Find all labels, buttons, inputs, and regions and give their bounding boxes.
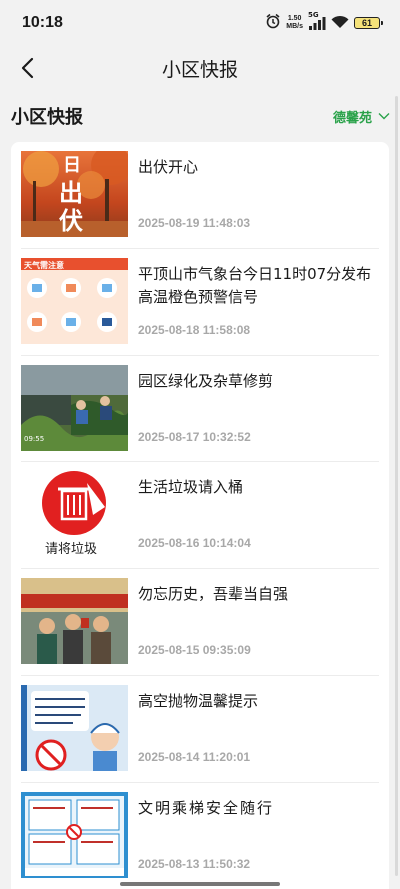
news-thumbnail xyxy=(21,791,128,878)
list-item[interactable]: 日 出 伏 出伏开心 2025-08-19 11:48:03 xyxy=(21,142,379,249)
wifi-icon xyxy=(331,14,349,33)
news-title: 高空抛物温馨提示 xyxy=(138,691,259,710)
news-title: 勿忘历史，吾辈当自强 xyxy=(138,585,289,604)
nav-bar: 小区快报 xyxy=(0,46,400,90)
status-time: 10:18 xyxy=(22,14,63,31)
list-item[interactable]: 高空抛物温馨提示 2025-08-14 11:20:01 xyxy=(21,676,379,783)
list-item[interactable]: 天气需注意 平顶山市气象台今日11时07分发布高温橙色预警信号 2025-08-… xyxy=(21,249,379,356)
battery-icon: 61 xyxy=(354,17,383,29)
section-title: 小区快报 xyxy=(11,107,83,128)
news-thumbnail xyxy=(21,684,128,771)
svg-text:伏: 伏 xyxy=(59,206,83,235)
news-date: 2025-08-14 11:20:01 xyxy=(138,749,251,764)
community-select[interactable]: 德馨苑 xyxy=(333,107,390,126)
list-item[interactable]: 勿忘历史，吾辈当自强 2025-08-15 09:35:09 xyxy=(21,569,379,676)
chevron-down-icon xyxy=(378,113,390,120)
battery-level: 61 xyxy=(361,18,372,28)
news-date: 2025-08-17 10:32:52 xyxy=(138,429,251,444)
news-list: 日 出 伏 出伏开心 2025-08-19 11:48:03 天气需注意 平顶山… xyxy=(11,142,389,889)
chevron-left-icon xyxy=(21,57,34,79)
home-indicator[interactable] xyxy=(120,882,280,886)
news-date: 2025-08-18 11:58:08 xyxy=(138,322,251,337)
svg-text:09:55: 09:55 xyxy=(24,435,44,443)
back-button[interactable] xyxy=(12,52,44,84)
news-title: 出伏开心 xyxy=(138,158,199,176)
list-item[interactable]: 请将垃圾 生活垃圾请入桶 2025-08-16 10:14:04 xyxy=(21,462,379,570)
news-title: 文明乘梯安全随行 xyxy=(138,798,275,817)
net-speed-value: 1.50 xyxy=(287,15,302,22)
net-speed-unit: MB/s xyxy=(286,23,303,30)
news-date: 2025-08-16 10:14:04 xyxy=(138,536,251,551)
community-name: 德馨苑 xyxy=(332,110,372,126)
list-item[interactable]: 文明乘梯安全随行 2025-08-13 11:50:32 xyxy=(21,783,379,889)
net-speed: 1.50 MB/s xyxy=(286,15,303,31)
svg-text:出: 出 xyxy=(59,178,83,207)
news-thumbnail: 日 出 伏 xyxy=(21,151,128,237)
news-title: 园区绿化及杂草修剪 xyxy=(138,371,274,390)
status-bar: 10:18 1.50 MB/s 5G 61 xyxy=(0,0,400,46)
scrollbar[interactable] xyxy=(395,96,398,876)
signal-icon: 5G xyxy=(308,11,326,30)
news-thumbnail: 请将垃圾 xyxy=(21,471,128,558)
list-item[interactable]: 09:55 园区绿化及杂草修剪 2025-08-17 10:32:52 xyxy=(21,356,379,463)
news-title: 生活垃圾请入桶 xyxy=(138,478,244,497)
thumb-label: 天气需注意 xyxy=(24,260,64,270)
svg-text:日: 日 xyxy=(63,155,81,176)
status-icons: 1.50 MB/s 5G 61 xyxy=(265,11,383,33)
news-date: 2025-08-15 09:35:09 xyxy=(138,643,251,658)
news-date: 2025-08-13 11:50:32 xyxy=(138,856,251,871)
news-thumbnail: 09:55 xyxy=(21,364,128,451)
news-thumbnail: 天气需注意 xyxy=(21,257,128,344)
news-date: 2025-08-19 11:48:03 xyxy=(138,216,251,230)
network-type: 5G xyxy=(308,11,319,19)
page-title: 小区快报 xyxy=(161,58,238,81)
section-header: 小区快报 德馨苑 xyxy=(0,90,400,142)
alarm-icon xyxy=(265,13,281,33)
news-title: 平顶山市气象台今日11时07分发布高温橙色预警信号 xyxy=(138,264,372,306)
news-thumbnail xyxy=(21,578,128,665)
thumb-label: 请将垃圾 xyxy=(45,542,97,557)
